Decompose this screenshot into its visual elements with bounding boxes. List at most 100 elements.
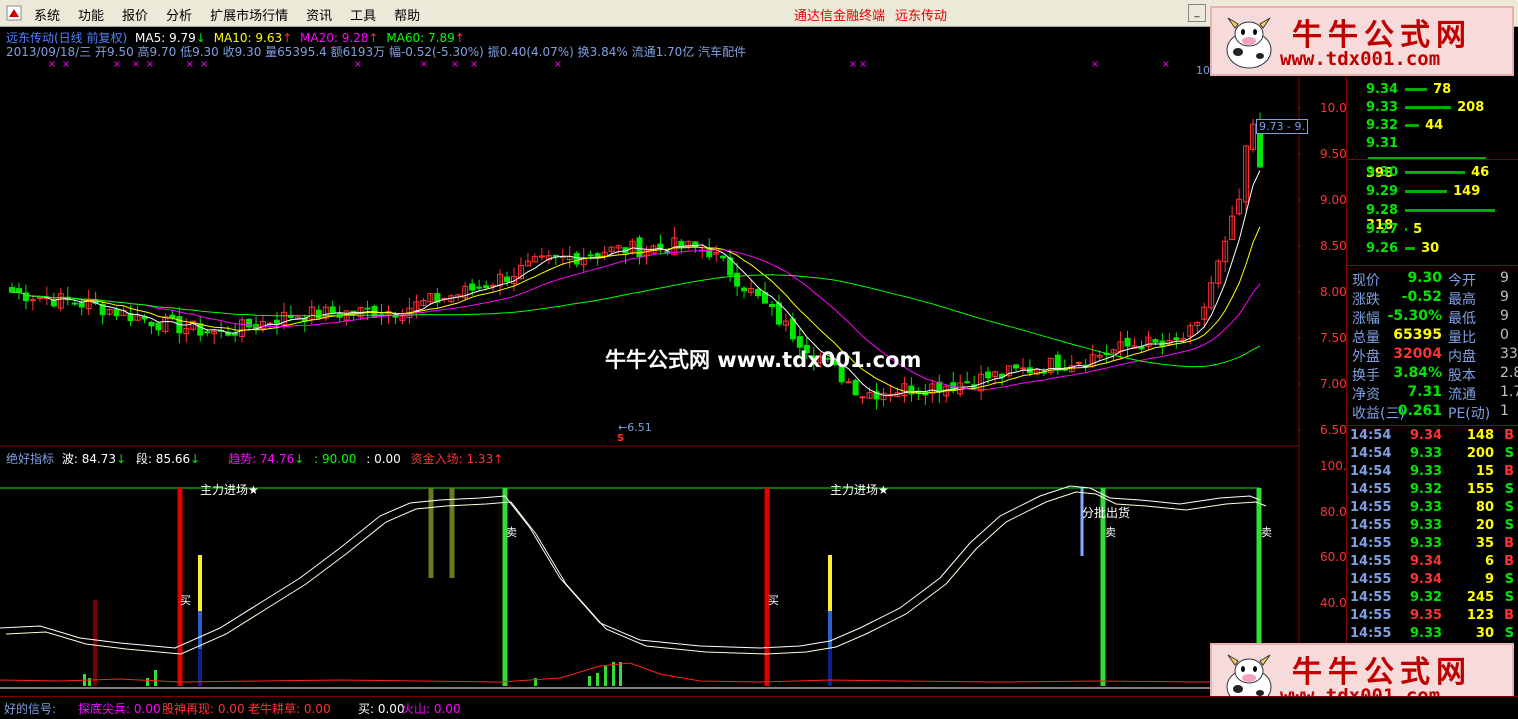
minimize-button[interactable]: _ [1188,4,1206,22]
signal-marker: × [62,59,70,70]
menu-news[interactable]: 资讯 [306,5,332,24]
menu-extended-market[interactable]: 扩展市场行情 [210,5,288,24]
bid-price: 9.26 [1366,241,1399,256]
candle-body [155,322,162,331]
ask-row[interactable]: 9.34 78 [1366,82,1451,97]
oscillator-line [5,491,1267,655]
tick-volume: 6 [1484,554,1494,569]
bid-row[interactable]: 9.30 46 [1366,165,1489,180]
signal-title: 好的信号: [4,702,57,716]
ask-bar [1404,124,1419,127]
tick-row[interactable]: 14:55 9.32 245 S [1350,590,1518,608]
ask-volume: 44 [1425,118,1444,133]
candle-body [169,314,176,319]
quote-value: 2.8 [1500,365,1518,381]
candle-body [594,253,601,258]
tick-row[interactable]: 14:55 9.33 35 B [1350,536,1518,554]
fund-line [0,662,1261,683]
signal-tandi: 探底尖兵: 0.00 [78,702,161,716]
ask-price: 9.33 [1366,100,1399,115]
candle-body [504,276,511,283]
tick-row[interactable]: 14:55 9.34 9 S [1350,572,1518,590]
candle-body [71,302,78,305]
ask-row[interactable]: 9.32 44 [1366,118,1443,133]
bid-price: 9.30 [1366,165,1399,180]
quote-label: 总量 [1352,330,1380,346]
signal-marker: × [849,59,857,70]
quote-value: 32004 [1393,346,1442,362]
bid-row[interactable]: 9.29 149 [1366,184,1480,199]
tick-row[interactable]: 14:55 9.32 155 S [1350,482,1518,500]
buy-bar [764,488,770,686]
tick-row[interactable]: 14:55 9.33 30 S [1350,626,1518,644]
segment-arrow-icon: ↓ [190,452,201,466]
volume-bar [146,678,149,686]
tick-row[interactable]: 14:55 9.33 80 S [1350,500,1518,518]
buy-bar [177,488,183,686]
sell-label-1: 卖 [506,526,517,539]
sell-label-2: 卖 [1105,526,1116,539]
price-axis-label: 8.50 [1320,239,1347,253]
bid-price: 9.28 [1366,203,1399,218]
menu-system[interactable]: 系统 [34,5,60,24]
signal-marker: × [146,59,154,70]
signal-marker: × [859,59,867,70]
signal-bar-yellow [198,555,202,611]
menu-analysis[interactable]: 分析 [166,5,192,24]
watermark-url: www.tdx001.com [1280,48,1441,70]
candle-body [845,381,852,384]
tick-row[interactable]: 14:55 9.34 6 B [1350,554,1518,572]
quote-row: 外盘 32004 内盘 33 [1352,346,1518,365]
quote-value: 1 [1500,403,1509,419]
signal-marker: × [354,59,362,70]
buy-label-1: 买 [180,594,191,607]
quote-row: 涨跌 -0.52 最高 9 [1352,289,1518,308]
level-90: : 90.00 [314,452,357,466]
kline-chart[interactable]: × × × × × × × × × × × × × × × × [0,27,1300,447]
quote-value: 9 [1500,289,1509,305]
tick-price: 9.34 [1410,572,1443,587]
bid-row[interactable]: 9.26 30 [1366,241,1439,256]
tick-price: 9.33 [1410,626,1443,641]
signal-laoniu: 老牛耕草: 0.00 [248,702,331,716]
bid-bar [1404,171,1465,174]
menu-help[interactable]: 帮助 [394,5,420,24]
tick-side: B [1504,428,1514,443]
quote-label: 最低 [1448,311,1476,327]
menu-function[interactable]: 功能 [78,5,104,24]
tick-price: 9.33 [1410,464,1443,479]
candle-body [29,299,36,302]
candle-body [232,333,239,336]
indicator-chart[interactable] [0,448,1300,696]
menu-tools[interactable]: 工具 [350,5,376,24]
price-axis-label: 8.00 [1320,285,1347,299]
candle-body [985,371,992,379]
bid-bar [1404,247,1415,250]
tick-time: 14:54 [1350,446,1392,461]
tick-side: S [1504,572,1514,587]
menu-quote[interactable]: 报价 [122,5,148,24]
tick-side: S [1504,590,1514,605]
tick-row[interactable]: 14:54 9.34 148 B [1350,428,1518,446]
volume-bar [619,662,622,686]
ask-row[interactable]: 9.33 208 [1366,100,1484,115]
tick-row[interactable]: 14:54 9.33 15 B [1350,464,1518,482]
tick-row[interactable]: 14:55 9.35 123 B [1350,608,1518,626]
candle-body [469,283,476,291]
tick-row[interactable]: 14:55 9.33 20 S [1350,518,1518,536]
candle-body [476,286,483,289]
tick-row[interactable]: 14:54 9.33 200 S [1350,446,1518,464]
tick-volume: 20 [1475,518,1494,533]
bid-bar [1404,190,1447,193]
candle-body [775,302,782,325]
tick-price: 9.33 [1410,518,1443,533]
high-price-label: 10 [1196,64,1210,77]
candle-body [483,285,490,289]
quote-label: 量比 [1448,330,1476,346]
indicator-panel[interactable]: 绝好指标 波: 84.73↓ 段: 85.66↓ 趋势: 74.76↓ : 90… [0,448,1300,696]
kline-panel[interactable]: × × × × × × × × × × × × × × × × 远东传动(日线 前复权) MA5: 9.79↓… [0,27,1308,447]
tick-price: 9.34 [1410,428,1443,443]
tick-side: B [1504,464,1514,479]
tick-side: B [1504,608,1514,623]
bid-row[interactable]: 9.27 5 [1366,222,1422,237]
